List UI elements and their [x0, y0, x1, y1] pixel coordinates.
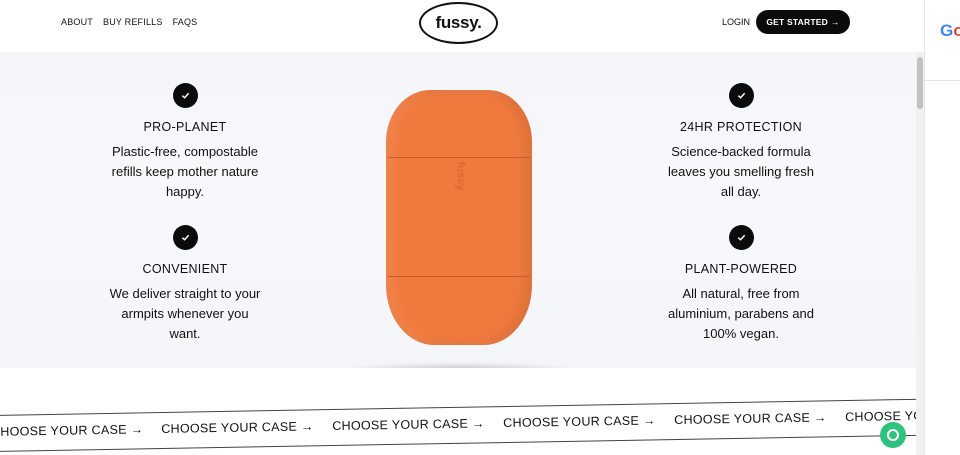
feature-title: 24HR PROTECTION	[680, 120, 802, 134]
login-link[interactable]: LOGIN	[722, 17, 750, 27]
feature-plant-powered: PLANT-POWERED All natural, free from alum…	[641, 225, 841, 344]
feature-title: CONVENIENT	[142, 262, 228, 276]
nav-faqs-link[interactable]: FAQS	[173, 17, 198, 27]
check-icon	[728, 83, 754, 108]
main-nav: ABOUT BUY REFILLS FAQS	[61, 17, 197, 27]
product-image: fussy	[386, 90, 532, 345]
feature-description: Science-backed formula leaves you smellin…	[668, 144, 814, 199]
banner-item[interactable]: CHOOSE YOUR CASE →	[674, 410, 827, 427]
banner-item[interactable]: CHOOSE YOU	[845, 409, 916, 425]
banner-area: HOOSE YOUR CASE → CHOOSE YOUR CASE → CHO…	[0, 368, 916, 455]
site-header: ABOUT BUY REFILLS FAQS fussy. LOGIN GET …	[0, 0, 916, 52]
feature-description: We deliver straight to your armpits whene…	[109, 286, 261, 341]
case-seam-bottom	[388, 276, 530, 277]
feature-title: PRO-PLANET	[143, 120, 227, 134]
check-icon	[172, 225, 198, 250]
logo-text: fussy.	[435, 13, 482, 32]
choose-case-banner[interactable]: HOOSE YOUR CASE → CHOOSE YOUR CASE → CHO…	[0, 398, 916, 452]
nav-about-link[interactable]: ABOUT	[61, 17, 93, 27]
side-panel: Go	[924, 0, 960, 455]
feature-convenient: CONVENIENT We deliver straight to your ar…	[85, 225, 285, 344]
feature-description: All natural, free from aluminium, paraben…	[668, 286, 814, 341]
banner-item[interactable]: CHOOSE YOUR CASE →	[503, 413, 656, 430]
feature-pro-planet: PRO-PLANET Plastic-free, compostable refi…	[85, 83, 285, 202]
deodorant-case: fussy	[386, 90, 532, 345]
scrollbar-thumb[interactable]	[917, 57, 923, 109]
nav-buy-refills-link[interactable]: BUY REFILLS	[103, 17, 163, 27]
get-started-button[interactable]: GET STARTED →	[756, 10, 850, 34]
banner-item[interactable]: CHOOSE YOUR CASE →	[161, 419, 314, 436]
fussy-logo[interactable]: fussy.	[419, 2, 498, 44]
check-icon	[172, 83, 198, 108]
arrow-right-icon: →	[830, 17, 840, 27]
divider	[925, 80, 960, 81]
chat-button[interactable]	[880, 422, 906, 448]
chat-icon	[887, 429, 899, 441]
get-started-label: GET STARTED	[766, 17, 828, 27]
scrollbar-track[interactable]	[916, 52, 924, 455]
feature-24hr-protection: 24HR PROTECTION Science-backed formula le…	[641, 83, 841, 202]
feature-description: Plastic-free, compostable refills keep mo…	[111, 144, 259, 199]
check-icon	[728, 225, 754, 250]
case-seam-top	[388, 157, 530, 158]
case-emboss: fussy	[454, 161, 467, 191]
banner-item[interactable]: HOOSE YOUR CASE →	[0, 422, 143, 438]
google-logo: Go	[940, 21, 960, 40]
banner-item[interactable]: CHOOSE YOUR CASE →	[332, 416, 485, 433]
feature-title: PLANT-POWERED	[684, 262, 798, 276]
